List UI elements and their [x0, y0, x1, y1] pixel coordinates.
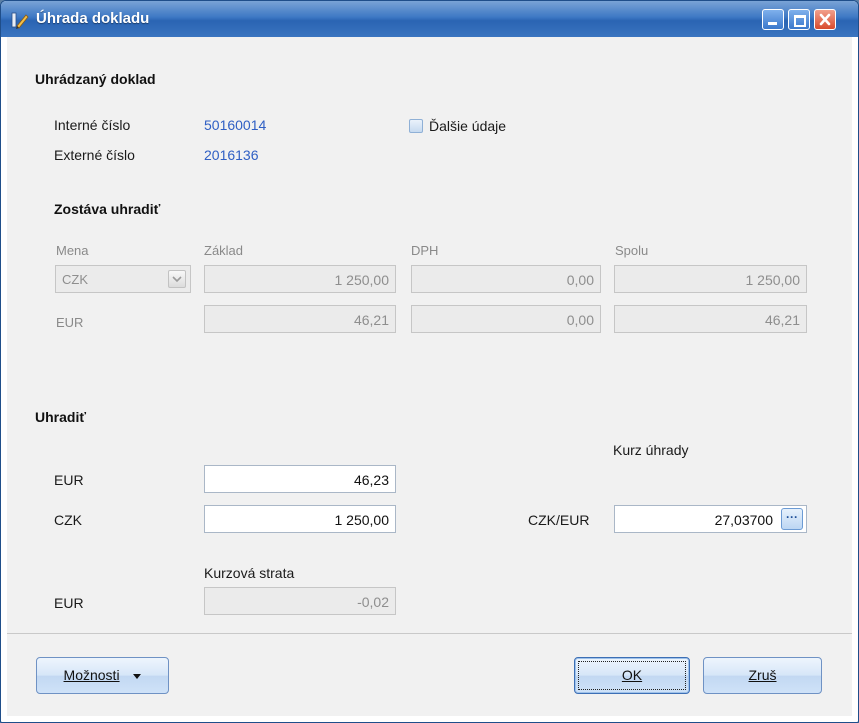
minimize-icon [768, 22, 777, 25]
currency-select-value: CZK [62, 272, 88, 287]
paid-document-heading: Uhrádzaný doklad [35, 71, 156, 87]
currency-column-header: Mena [56, 243, 89, 258]
external-number-value[interactable]: 2016136 [204, 147, 259, 163]
pencil-icon [10, 10, 30, 30]
base-column-header: Základ [204, 243, 244, 258]
remaining-eur-vat-field[interactable]: 0,00 [411, 305, 601, 333]
footer-divider [7, 633, 852, 634]
remaining-eur-label: EUR [56, 315, 84, 330]
dropdown-arrow-icon[interactable] [168, 270, 186, 288]
maximize-icon [794, 15, 806, 27]
more-details-label[interactable]: Ďalšie údaje [429, 118, 506, 134]
exchange-loss-label: EUR [54, 595, 84, 611]
ellipsis-icon[interactable]: ··· [781, 508, 803, 530]
external-number-label: Externé číslo [54, 147, 135, 163]
pay-czk-input[interactable]: 1 250,00 [204, 505, 396, 533]
internal-number-value[interactable]: 50160014 [204, 117, 266, 133]
rate-pair-label: CZK/EUR [528, 512, 590, 528]
close-icon [819, 13, 831, 26]
caret-down-icon [133, 673, 142, 679]
exchange-loss-heading: Kurzová strata [204, 565, 295, 581]
vat-column-header: DPH [411, 243, 439, 258]
dialog-body: Uhrádzaný doklad Interné číslo 50160014 … [7, 37, 852, 716]
minimize-button[interactable] [762, 9, 784, 30]
options-button-label: Možnosti [63, 667, 120, 683]
pay-eur-input[interactable]: 46,23 [204, 465, 396, 493]
dialog-window: Úhrada dokladu Uhrádzaný doklad Interné … [0, 0, 859, 723]
exchange-rate-input[interactable]: 27,03700 [614, 505, 807, 533]
pay-czk-label: CZK [54, 512, 82, 528]
remaining-heading: Zostáva uhradiť [54, 201, 161, 217]
maximize-button[interactable] [788, 9, 810, 30]
currency-select[interactable]: CZK [55, 265, 191, 293]
exchange-loss-field[interactable]: -0,02 [204, 587, 396, 615]
pay-heading: Uhradiť [35, 409, 87, 425]
rate-heading: Kurz úhrady [613, 442, 689, 458]
title-bar[interactable]: Úhrada dokladu [1, 1, 858, 37]
focus-rectangle [578, 661, 686, 690]
remaining-eur-total-field[interactable]: 46,21 [614, 305, 807, 333]
pay-eur-label: EUR [54, 472, 84, 488]
internal-number-label: Interné číslo [54, 117, 131, 133]
remaining-czk-total-field[interactable]: 1 250,00 [614, 265, 807, 293]
cancel-button[interactable]: Zruš [703, 657, 822, 694]
options-button[interactable]: Možnosti [36, 657, 169, 694]
total-column-header: Spolu [615, 243, 649, 258]
more-details-checkbox[interactable] [409, 119, 423, 133]
remaining-czk-base-field[interactable]: 1 250,00 [204, 265, 396, 293]
remaining-czk-vat-field[interactable]: 0,00 [411, 265, 601, 293]
ok-button[interactable]: OK [574, 657, 690, 694]
close-button[interactable] [814, 9, 836, 30]
window-title: Úhrada dokladu [36, 10, 150, 27]
cancel-button-label: Zruš [748, 667, 777, 683]
remaining-eur-base-field[interactable]: 46,21 [204, 305, 396, 333]
